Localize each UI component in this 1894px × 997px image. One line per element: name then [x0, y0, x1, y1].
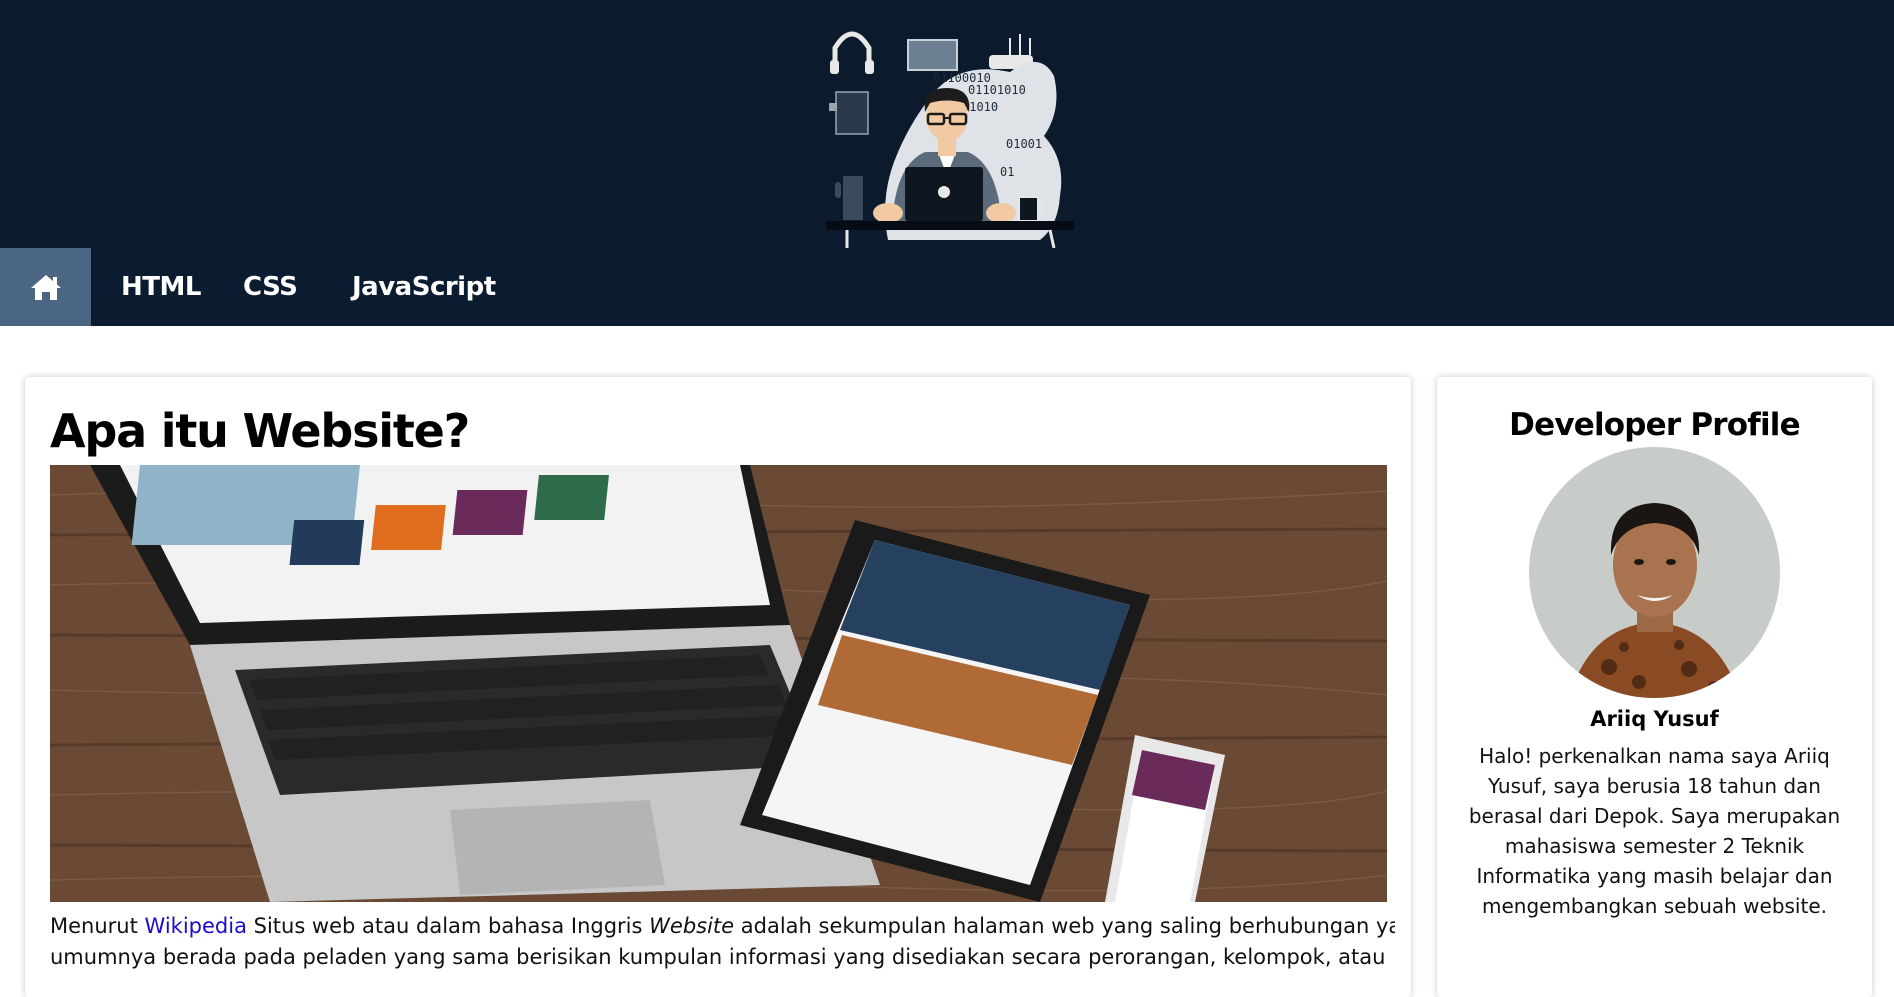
headphones-icon — [832, 31, 872, 72]
nav-link-css[interactable]: CSS — [243, 248, 298, 326]
monitor-icon — [907, 39, 958, 71]
article-card: Apa itu Website? Menurut Wikipedia Situs… — [25, 377, 1411, 997]
svg-text:01101010: 01101010 — [968, 83, 1026, 97]
home-button[interactable] — [0, 248, 91, 326]
mug-icon — [1018, 196, 1039, 222]
developer-bio: Halo! perkenalkan nama saya Ariiq Yusuf,… — [1468, 744, 1841, 918]
avatar — [1529, 447, 1780, 698]
desk — [826, 221, 1074, 230]
svg-text:01: 01 — [1000, 165, 1014, 179]
plant-icon — [843, 176, 863, 220]
wikipedia-link[interactable]: Wikipedia — [145, 914, 247, 938]
navbar: HTML CSS JavaScript — [0, 248, 1894, 326]
header-banner: 01100010 01101010 01010 01001 01 — [0, 0, 1894, 248]
article-paragraph: Menurut Wikipedia Situs web atau dalam b… — [50, 914, 1395, 969]
home-icon — [30, 275, 61, 300]
nav-link-javascript[interactable]: JavaScript — [352, 248, 496, 326]
svg-text:01001: 01001 — [1006, 137, 1042, 151]
developer-profile-card: Developer Profile Ariiq Yusuf Halo! perk… — [1437, 377, 1872, 997]
profile-title: Developer Profile — [1509, 407, 1800, 443]
developer-illustration: 01100010 01101010 01010 01001 01 — [826, 31, 1074, 248]
article-image — [50, 465, 1387, 902]
article-title: Apa itu Website? — [50, 404, 470, 458]
nav-link-html[interactable]: HTML — [121, 248, 201, 326]
hard-drive-icon — [835, 91, 869, 135]
developer-name: Ariiq Yusuf — [1590, 707, 1719, 731]
